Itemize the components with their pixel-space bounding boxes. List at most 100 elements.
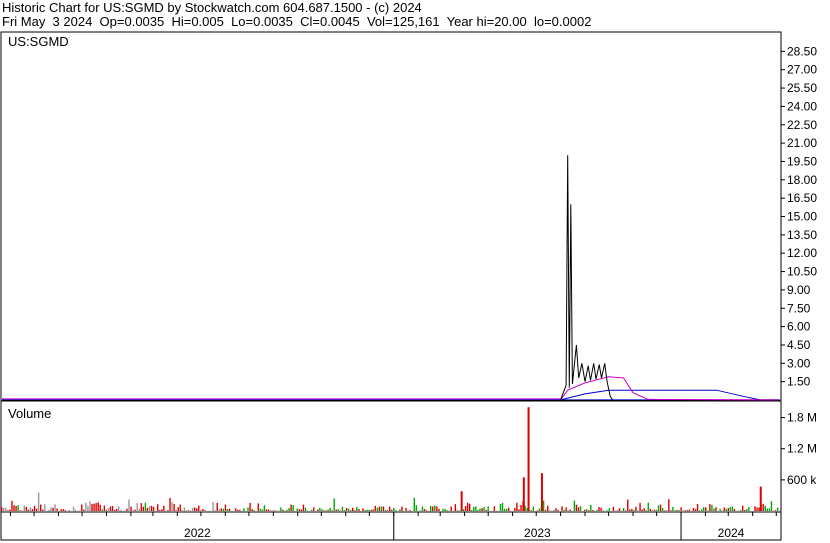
volume-bar: [705, 507, 707, 511]
volume-bar: [3, 507, 5, 511]
volume-bar: [347, 508, 350, 511]
volume-bar: [629, 509, 631, 511]
volume-bar: [709, 503, 711, 511]
volume-bar: [770, 501, 773, 511]
volume-bar: [105, 510, 108, 511]
volume-bar: [635, 506, 637, 511]
volume-bar: [668, 499, 670, 511]
volume-bar: [565, 507, 567, 511]
volume-bar: [27, 509, 30, 511]
volume-bar: [212, 501, 214, 511]
volume-bar: [300, 509, 303, 511]
volume-bar: [725, 508, 727, 511]
volume-bar: [56, 508, 58, 511]
volume-bar: [395, 510, 397, 511]
volume-bar: [323, 510, 325, 511]
volume-bar: [37, 492, 40, 511]
volume-bar: [694, 509, 697, 511]
volume-bar: [731, 506, 734, 511]
volume-bar: [659, 504, 662, 511]
volume-bar: [715, 507, 717, 511]
volume-bar: [649, 508, 652, 511]
volume-bar: [606, 510, 608, 511]
volume-bar: [25, 506, 28, 511]
volume-bar: [688, 509, 691, 511]
volume-bar: [538, 508, 541, 511]
volume-bar: [401, 506, 403, 511]
volume-bar: [128, 499, 130, 511]
volume-bar: [481, 508, 483, 511]
volume-bar: [138, 508, 140, 511]
volume-bar: [220, 508, 223, 511]
volume-bar: [768, 508, 771, 511]
volume-bar: [144, 502, 147, 511]
volume-bar: [243, 508, 245, 511]
volume-bar: [169, 498, 171, 511]
volume-bar: [109, 506, 112, 511]
x-axis-label: 2022: [184, 526, 211, 540]
volume-bar: [399, 509, 401, 511]
volume-y-tick-label: 1.8 M: [787, 411, 817, 425]
volume-bar: [146, 507, 149, 511]
x-axis-label: 2023: [524, 526, 551, 540]
volume-bar: [228, 508, 231, 511]
volume-bar: [444, 509, 446, 511]
volume-bar: [388, 506, 391, 511]
volume-bar: [317, 509, 319, 511]
volume-bar: [487, 506, 489, 511]
price-y-tick-label: 15.00: [787, 210, 817, 224]
volume-bar: [703, 507, 705, 511]
volume-bar: [366, 509, 368, 511]
volume-bar: [42, 509, 44, 511]
price-y-tick-label: 16.50: [787, 191, 817, 205]
volume-bar: [132, 509, 134, 511]
volume-bar: [479, 508, 481, 511]
volume-bar: [64, 510, 67, 511]
volume-bar: [152, 506, 155, 511]
volume-bar: [97, 502, 99, 511]
price-y-tick-label: 10.50: [787, 265, 817, 279]
price-panel-title: US:SGMD: [8, 34, 69, 49]
volume-bar: [746, 509, 748, 511]
price-y-tick-label: 12.00: [787, 246, 817, 260]
volume-bar: [167, 510, 169, 511]
volume-bar: [598, 506, 600, 511]
volume-bar: [298, 509, 301, 511]
volume-bar: [140, 503, 142, 511]
volume-bar: [450, 506, 452, 511]
volume-bar: [286, 509, 288, 511]
volume-bar: [354, 510, 356, 511]
volume-bar: [608, 508, 610, 511]
volume-bar: [405, 508, 407, 511]
volume-bar: [17, 505, 19, 511]
volume-bar: [567, 510, 569, 511]
volume-bar: [456, 510, 459, 511]
volume-bar: [618, 508, 621, 511]
volume-bar: [692, 508, 695, 511]
volume-bar: [253, 510, 255, 511]
volume-bar: [686, 510, 688, 511]
volume-bar: [762, 503, 764, 511]
volume-bar: [588, 510, 590, 511]
volume-bar: [175, 510, 177, 511]
volume-bar: [641, 509, 643, 511]
volume-bar: [235, 508, 237, 511]
volume-bar: [744, 510, 746, 511]
volume-bar: [758, 507, 760, 511]
volume-bar: [19, 510, 21, 511]
volume-bar: [723, 507, 725, 511]
volume-bar: [590, 504, 592, 511]
volume-bar: [40, 504, 42, 511]
price-y-tick-label: 27.00: [787, 63, 817, 77]
volume-bar: [362, 508, 364, 511]
volume-bar: [676, 509, 678, 511]
price-y-tick-label: 25.50: [787, 81, 817, 95]
volume-bar: [442, 508, 444, 511]
volume-bar: [368, 509, 370, 511]
volume-bar: [35, 508, 38, 511]
volume-bar: [7, 510, 9, 511]
price-lines: [2, 155, 780, 401]
volume-bar: [333, 498, 335, 511]
volume-bar: [542, 500, 545, 511]
volume-bar: [177, 507, 179, 511]
